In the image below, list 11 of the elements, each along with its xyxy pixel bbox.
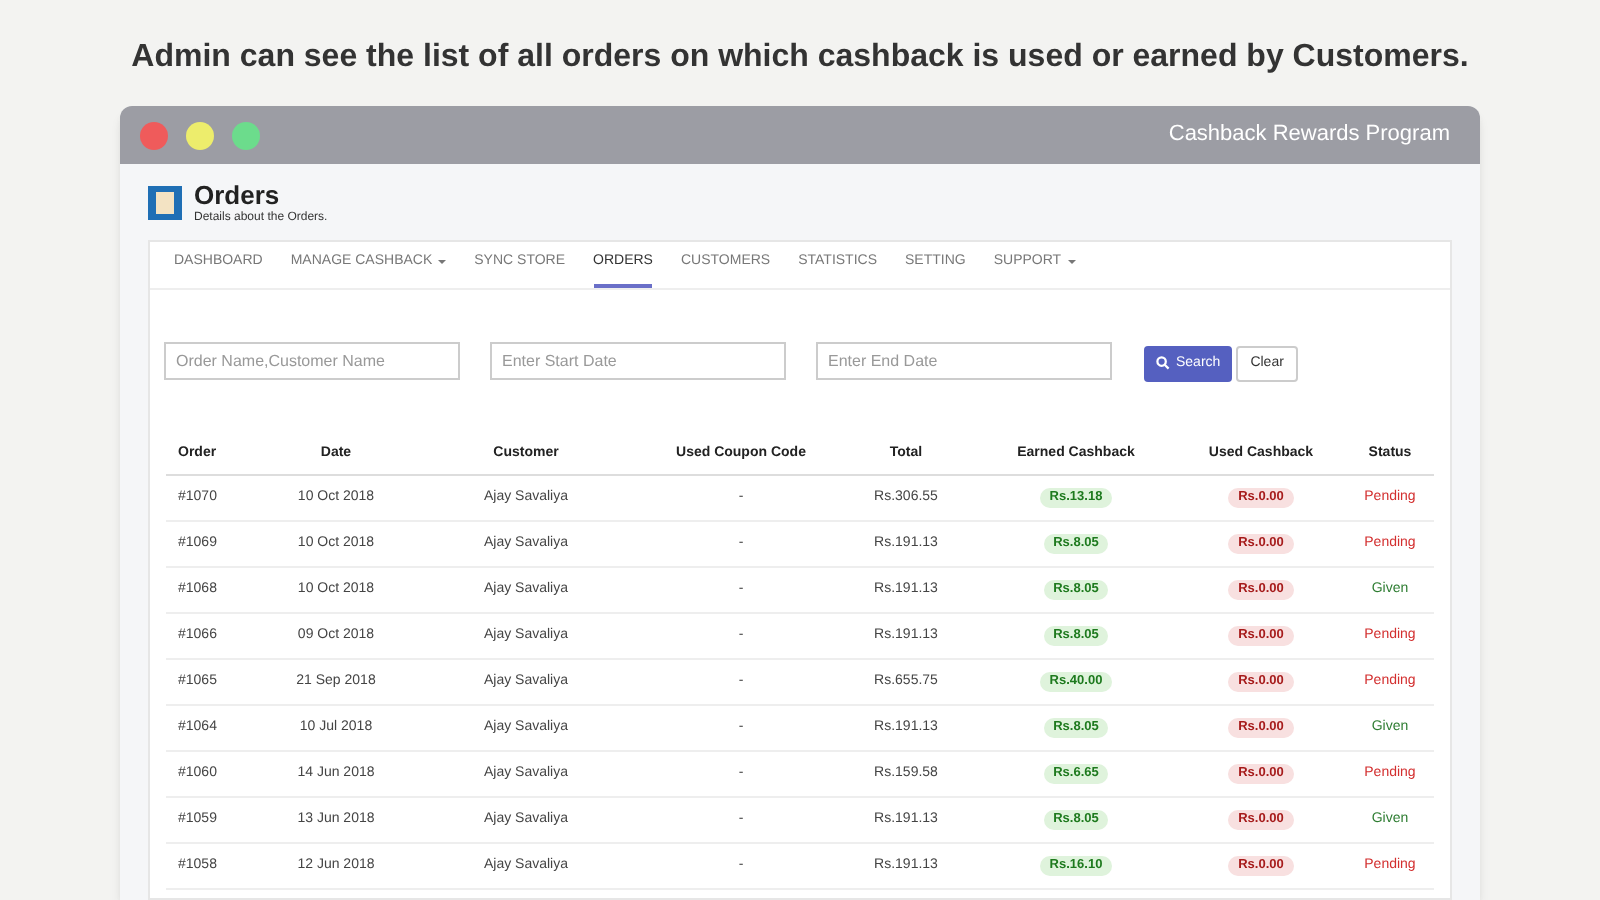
window-title: Cashback Rewards Program: [1168, 120, 1452, 151]
search-icon: [1156, 356, 1170, 371]
filter-input[interactable]: Enter End Date: [816, 341, 1112, 380]
caption: Admin can see the list of all orders on which cashback is used or earned by Customers.: [131, 38, 1469, 78]
minimize-icon[interactable]: [186, 121, 214, 149]
page-title: Orders: [194, 180, 282, 211]
filter-input[interactable]: Enter Start Date: [490, 341, 786, 380]
filter-input[interactable]: Order Name,Customer Name: [164, 341, 460, 380]
clipboard-icon: [148, 186, 182, 221]
maximize-icon[interactable]: [232, 121, 260, 149]
close-icon[interactable]: [140, 121, 168, 149]
